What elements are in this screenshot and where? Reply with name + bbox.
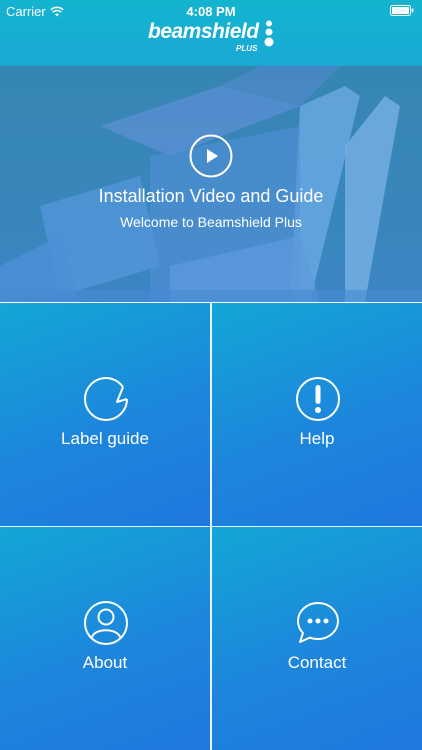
logo-subtext: PLUS: [236, 44, 258, 53]
user-icon: [84, 601, 128, 645]
exclamation-icon: [296, 377, 340, 421]
hero-title: Installation Video and Guide: [98, 186, 324, 206]
beamshield-logo: beamshield PLUS: [148, 20, 278, 56]
play-button[interactable]: [189, 134, 233, 178]
logo-dots-icon: [264, 20, 274, 47]
chat-bubble-icon: [297, 602, 339, 643]
hero-subtitle: Welcome to Beamshield Plus: [120, 214, 302, 230]
grid-divider-horizontal: [0, 526, 422, 527]
hero-overlay: [0, 66, 422, 302]
clock: 4:08 PM: [186, 4, 236, 19]
status-bar: Carrier 4:08 PM: [0, 0, 422, 22]
label-sticker-icon: [84, 376, 128, 421]
tile-label-contact: Contact: [287, 653, 347, 672]
label-guide-tile[interactable]: Label guide: [0, 303, 210, 526]
logo-text: beamshield: [148, 20, 259, 43]
header-bar: Carrier 4:08 PM beamshield PLUS: [0, 0, 422, 66]
tile-label-help: Help: [299, 429, 335, 448]
installation-video-banner[interactable]: Installation Video and Guide Welcome to …: [0, 66, 422, 302]
contact-tile[interactable]: Contact: [212, 527, 422, 750]
tile-label-about: About: [82, 653, 128, 672]
app-screen: Carrier 4:08 PM beamshield PLUS Installa…: [0, 0, 422, 750]
tile-label-label-guide: Label guide: [61, 429, 149, 448]
battery-icon: [390, 5, 414, 16]
about-tile[interactable]: About: [0, 527, 210, 750]
help-tile[interactable]: Help: [212, 303, 422, 526]
